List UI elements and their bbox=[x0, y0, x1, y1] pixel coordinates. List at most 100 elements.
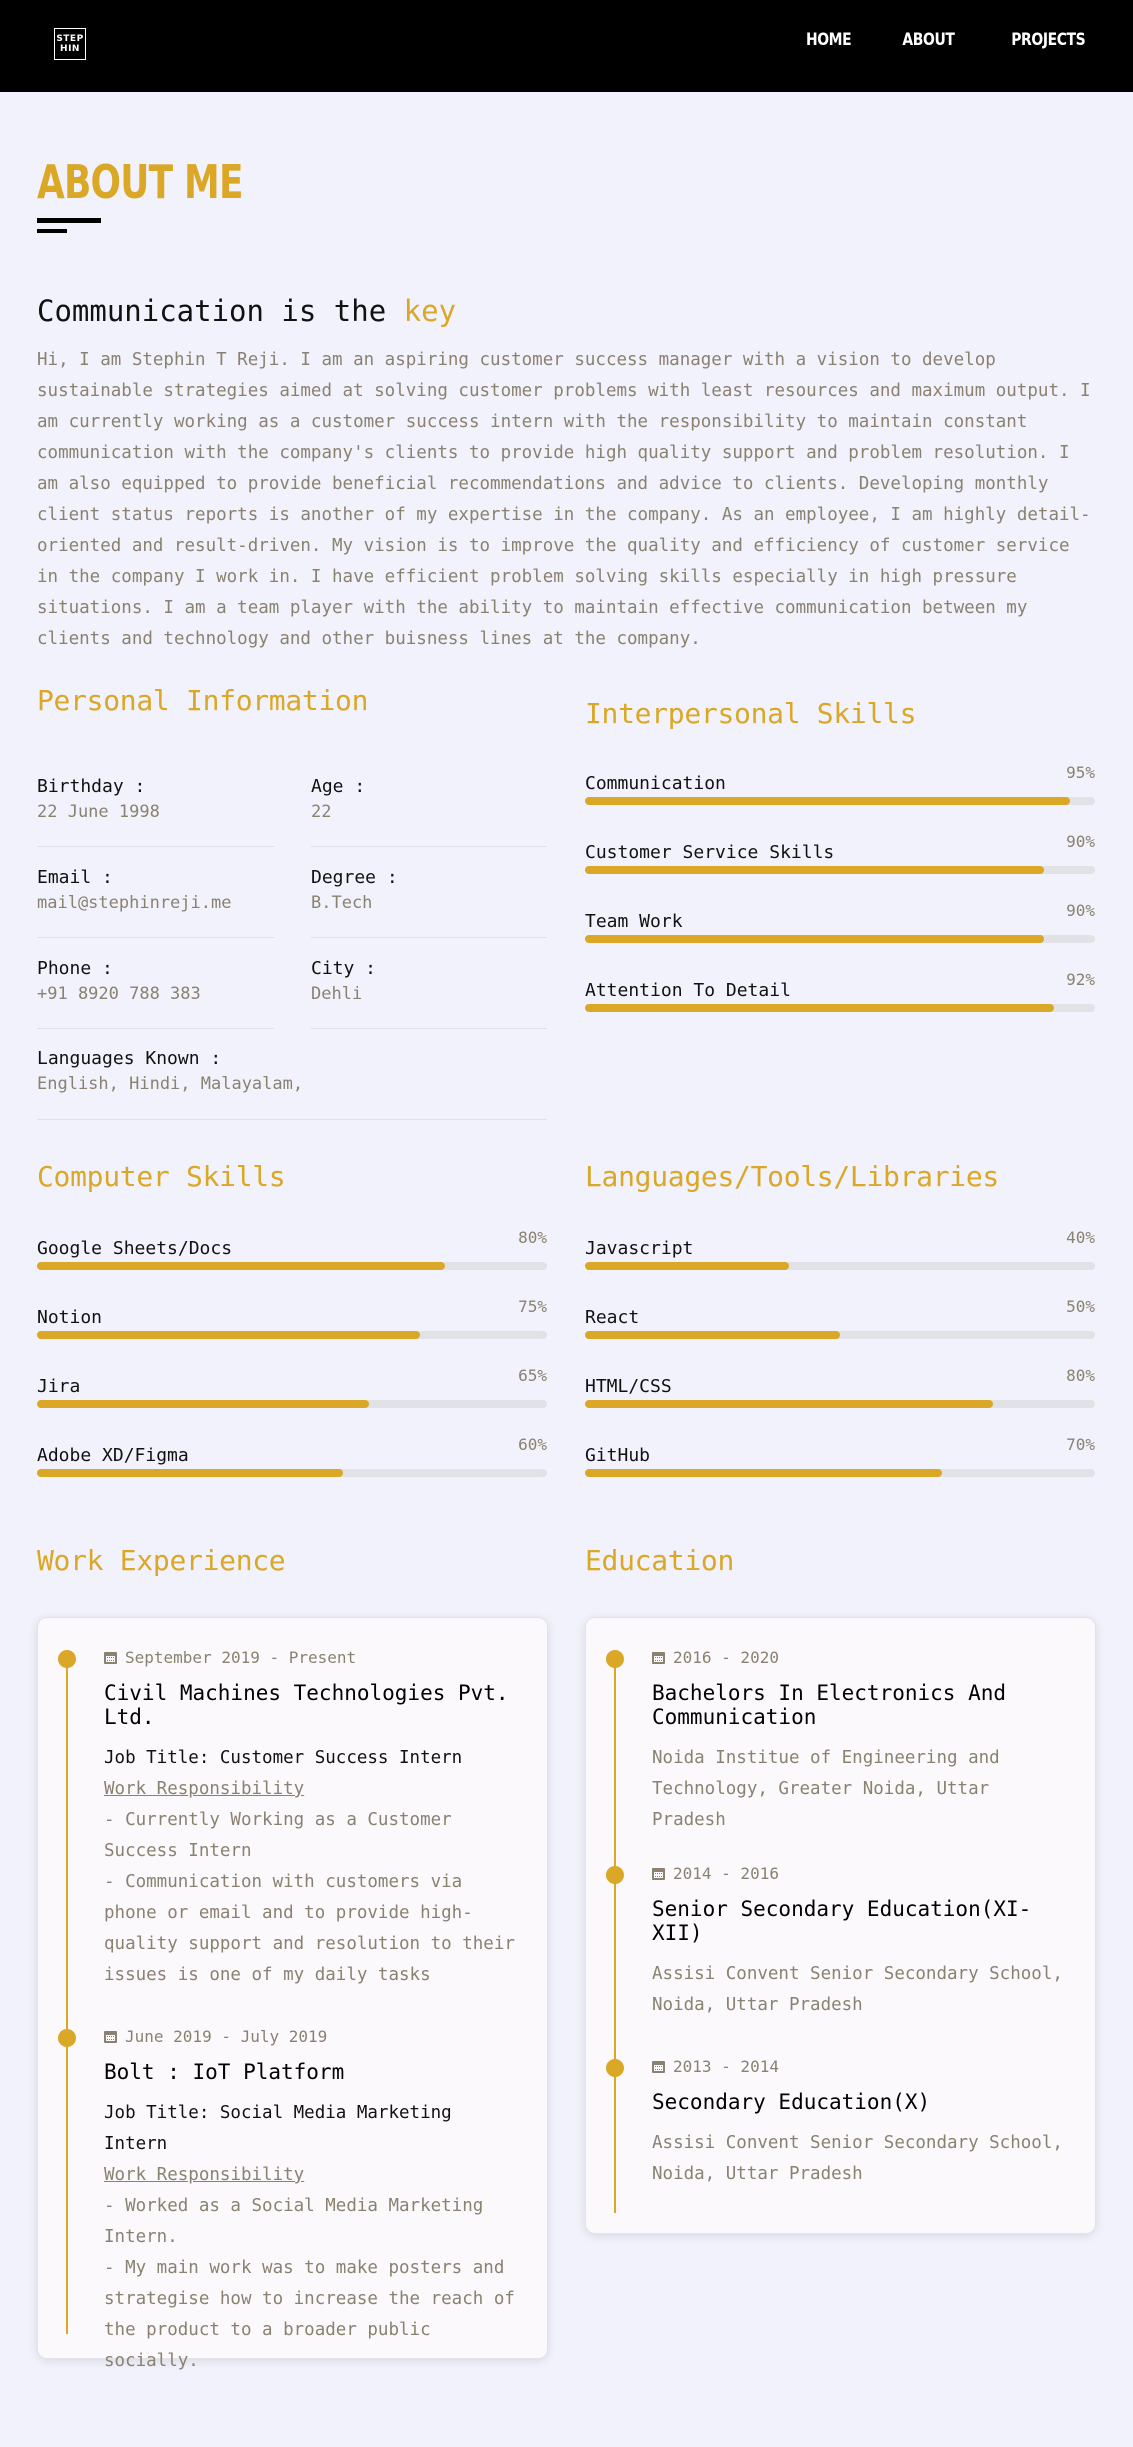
calendar-icon bbox=[104, 2030, 117, 2043]
title-underline bbox=[37, 218, 101, 223]
info-value: Dehli bbox=[311, 984, 363, 1004]
responsibility-point: - Currently Working as a Customer Succes… bbox=[104, 1810, 452, 1861]
info-email: Email : mail@stephinreji.me bbox=[37, 867, 274, 913]
divider bbox=[37, 1028, 274, 1029]
tagline-prefix: Communication is the bbox=[37, 294, 387, 328]
skill-percent: 95% bbox=[1066, 763, 1095, 782]
entry-date-text: 2016 - 2020 bbox=[673, 1648, 779, 1667]
entry-institution: Assisi Convent Senior Secondary School, … bbox=[652, 1964, 1063, 2015]
work-responsibility-label: Work Responsibility bbox=[104, 2165, 305, 2185]
responsibility-point: - My main work was to make posters and s… bbox=[104, 2258, 515, 2371]
skill-github: GitHub 70% bbox=[585, 1435, 1095, 1477]
skill-communication: Communication 95% bbox=[585, 763, 1095, 805]
entry-degree: Bachelors In Electronics And Communicati… bbox=[652, 1681, 1007, 1729]
calendar-icon bbox=[652, 1651, 665, 1664]
info-label: Degree : bbox=[311, 867, 398, 888]
timeline-dot bbox=[606, 1650, 624, 1668]
skill-percent: 92% bbox=[1066, 970, 1095, 989]
calendar-icon bbox=[104, 1651, 117, 1664]
entry-degree: Senior Secondary Education(XI-XII) bbox=[652, 1897, 1032, 1945]
skill-percent: 75% bbox=[518, 1297, 547, 1316]
skill-bar-fill bbox=[37, 1400, 369, 1408]
entry-degree: Secondary Education(X) bbox=[652, 2090, 931, 2114]
skill-bar-track bbox=[585, 866, 1095, 874]
skill-name: Javascript bbox=[585, 1238, 694, 1259]
nav-link-about[interactable]: ABOUT bbox=[903, 30, 955, 50]
skill-adobe-xd: Adobe XD/Figma 60% bbox=[37, 1435, 547, 1477]
info-value: mail@stephinreji.me bbox=[37, 893, 232, 913]
skill-percent: 40% bbox=[1066, 1228, 1095, 1247]
info-city: City : Dehli bbox=[311, 958, 548, 1004]
entry-date: 2014 - 2016 bbox=[652, 1864, 1072, 1883]
skill-percent: 60% bbox=[518, 1435, 547, 1454]
skill-bar-fill bbox=[585, 935, 1044, 943]
divider bbox=[37, 846, 274, 847]
skill-jira: Jira 65% bbox=[37, 1366, 547, 1408]
info-label: Phone : bbox=[37, 958, 113, 979]
skill-percent: 50% bbox=[1066, 1297, 1095, 1316]
education-heading: Education bbox=[585, 1544, 735, 1577]
skill-name: Communication bbox=[585, 773, 726, 794]
skill-bar-fill bbox=[585, 866, 1044, 874]
skill-bar-fill bbox=[585, 1004, 1055, 1012]
skill-notion: Notion 75% bbox=[37, 1297, 547, 1339]
site-logo[interactable]: STEP HIN bbox=[54, 28, 86, 60]
info-value: 22 June 1998 bbox=[37, 802, 160, 822]
info-languages: Languages Known : English, Hindi, Malaya… bbox=[37, 1048, 547, 1094]
skill-bar-track bbox=[585, 1331, 1095, 1339]
divider bbox=[37, 937, 274, 938]
nav-link-home[interactable]: HOME bbox=[806, 30, 852, 50]
title-underline-short bbox=[37, 229, 67, 233]
timeline-line bbox=[614, 1653, 616, 2213]
responsibility-point: - Worked as a Social Media Marketing Int… bbox=[104, 2196, 484, 2247]
entry-company: Civil Machines Technologies Pvt. Ltd. bbox=[104, 1681, 509, 1729]
skill-percent: 80% bbox=[1066, 1366, 1095, 1385]
info-label: Age : bbox=[311, 776, 366, 797]
entry-date: June 2019 - July 2019 bbox=[104, 2027, 524, 2046]
skill-name: React bbox=[585, 1307, 640, 1328]
intro-paragraph: Hi, I am Stephin T Reji. I am an aspirin… bbox=[37, 350, 1091, 649]
info-phone: Phone : +91 8920 788 383 bbox=[37, 958, 274, 1004]
entry-institution: Assisi Convent Senior Secondary School, … bbox=[652, 2133, 1063, 2184]
info-value: B.Tech bbox=[311, 893, 373, 913]
nav-link-projects[interactable]: PROJECTS bbox=[1011, 30, 1085, 50]
skill-bar-track bbox=[37, 1400, 547, 1408]
skill-team-work: Team Work 90% bbox=[585, 901, 1095, 943]
education-entry: 2013 - 2014 Secondary Education(X) Assis… bbox=[652, 2057, 1072, 2190]
skill-bar-track bbox=[585, 1004, 1095, 1012]
entry-date-text: 2014 - 2016 bbox=[673, 1864, 779, 1883]
skill-percent: 70% bbox=[1066, 1435, 1095, 1454]
calendar-icon bbox=[652, 1867, 665, 1880]
skill-name: Jira bbox=[37, 1376, 81, 1397]
skill-bar-track bbox=[585, 1262, 1095, 1270]
info-label: Languages Known : bbox=[37, 1048, 222, 1069]
work-experience-card: September 2019 - Present Civil Machines … bbox=[37, 1617, 548, 2371]
navbar: STEP HIN HOME ABOUT PROJECTS bbox=[0, 0, 1133, 92]
education-entry: 2016 - 2020 Bachelors In Electronics And… bbox=[652, 1648, 1072, 1836]
timeline-dot bbox=[58, 2029, 76, 2047]
info-label: Email : bbox=[37, 867, 113, 888]
timeline-dot bbox=[606, 2059, 624, 2077]
skill-javascript: Javascript 40% bbox=[585, 1228, 1095, 1270]
skill-bar-fill bbox=[37, 1469, 343, 1477]
entry-date: September 2019 - Present bbox=[104, 1648, 524, 1667]
skill-bar-fill bbox=[37, 1262, 445, 1270]
languages-tools-heading: Languages/Tools/Libraries bbox=[585, 1160, 999, 1193]
skill-name: Google Sheets/Docs bbox=[37, 1238, 233, 1259]
info-label: Birthday : bbox=[37, 776, 146, 797]
timeline-dot bbox=[606, 1866, 624, 1884]
info-value: English, Hindi, Malayalam, bbox=[37, 1074, 304, 1094]
divider bbox=[311, 937, 547, 938]
divider bbox=[37, 1119, 547, 1120]
divider bbox=[311, 1028, 547, 1029]
skill-attention-to-detail: Attention To Detail 92% bbox=[585, 970, 1095, 1012]
entry-company: Bolt : IoT Platform bbox=[104, 2060, 345, 2084]
entry-body: Job Title: Customer Success Intern Work … bbox=[104, 1743, 524, 1991]
work-responsibility-label: Work Responsibility bbox=[104, 1779, 305, 1799]
skill-bar-track bbox=[585, 1469, 1095, 1477]
skill-bar-track bbox=[585, 1400, 1095, 1408]
skill-bar-fill bbox=[585, 797, 1070, 805]
nav-links: HOME ABOUT PROJECTS bbox=[796, 30, 1085, 50]
skill-bar-fill bbox=[585, 1262, 789, 1270]
skill-react: React 50% bbox=[585, 1297, 1095, 1339]
